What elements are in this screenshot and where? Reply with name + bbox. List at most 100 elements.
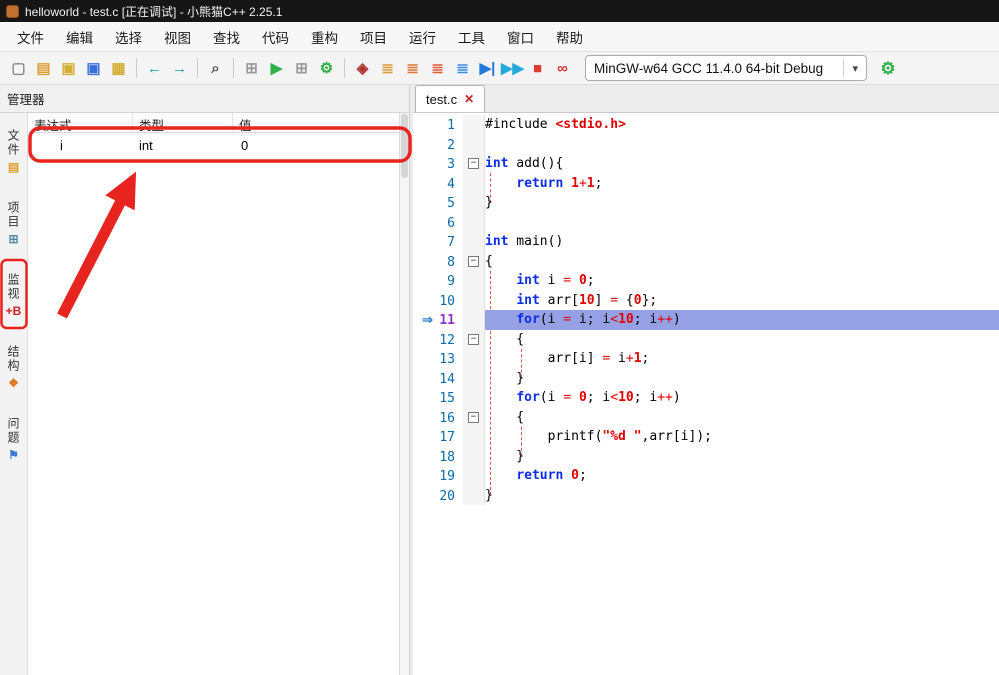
continue-button[interactable]: ▶▶ bbox=[500, 56, 525, 81]
code-line-12[interactable]: 12 − { bbox=[413, 329, 999, 349]
close-icon[interactable]: ✕ bbox=[464, 92, 474, 106]
gutter-line-20[interactable]: 20 bbox=[413, 485, 463, 505]
code-line-18[interactable]: 18 } bbox=[413, 446, 999, 466]
code-line-1[interactable]: 1 #include <stdio.h> bbox=[413, 115, 999, 135]
new-file-button[interactable]: ▢ bbox=[6, 56, 31, 81]
code-line-4[interactable]: 4 return 1+1; bbox=[413, 173, 999, 193]
gutter-line-12[interactable]: 12 bbox=[413, 329, 463, 349]
fold-column bbox=[463, 115, 485, 135]
code-text: return 1+1; bbox=[516, 175, 603, 191]
fold-column bbox=[463, 271, 485, 291]
menu-item-重构[interactable]: 重构 bbox=[300, 23, 349, 51]
code-text: arr[i] = i+1; bbox=[485, 351, 650, 366]
code-line-10[interactable]: 10 int arr[10] = {0}; bbox=[413, 290, 999, 310]
gutter-line-8[interactable]: 8 bbox=[413, 251, 463, 271]
gutter-line-9[interactable]: 9 bbox=[413, 271, 463, 291]
sidebar-tab-label: 问题 bbox=[6, 417, 20, 445]
sidebar-tab-structure[interactable]: 结构 ❖ bbox=[0, 331, 27, 403]
menu-item-代码[interactable]: 代码 bbox=[251, 23, 300, 51]
sidebar-tab-watch[interactable]: 监视 +B bbox=[0, 259, 27, 331]
code-line-9[interactable]: 9 int i = 0; bbox=[413, 271, 999, 291]
gutter-line-14[interactable]: 14 bbox=[413, 368, 463, 388]
menu-item-文件[interactable]: 文件 bbox=[6, 23, 55, 51]
code-line-11[interactable]: ⇒ 11 for(i = i; i<10; i++) bbox=[413, 310, 999, 330]
code-line-8[interactable]: 8 −{ bbox=[413, 251, 999, 271]
code-line-5[interactable]: 5} bbox=[413, 193, 999, 213]
stop-execution-button[interactable]: ■ bbox=[525, 56, 550, 81]
debug-button[interactable]: ◈ bbox=[350, 56, 375, 81]
rebuild-button[interactable]: ⚙ bbox=[314, 56, 339, 81]
gutter-line-1[interactable]: 1 bbox=[413, 115, 463, 135]
fold-marker-icon[interactable]: − bbox=[468, 158, 479, 170]
code-line-16[interactable]: 16 − { bbox=[413, 407, 999, 427]
step-over-button[interactable]: ≣ bbox=[375, 56, 400, 81]
gutter-line-3[interactable]: 3 bbox=[413, 154, 463, 174]
code-line-20[interactable]: 20} bbox=[413, 485, 999, 505]
save-all-button[interactable]: ▦ bbox=[106, 56, 131, 81]
code-line-7[interactable]: 7 int main() bbox=[413, 232, 999, 252]
code-line-3[interactable]: 3 − int add(){ bbox=[413, 154, 999, 174]
fold-marker-icon[interactable]: − bbox=[468, 333, 479, 345]
code-line-15[interactable]: 15 for(i = 0; i<10; i++) bbox=[413, 388, 999, 408]
run-to-cursor-button[interactable]: ≣ bbox=[450, 56, 475, 81]
gutter-line-2[interactable]: 2 bbox=[413, 134, 463, 154]
gutter-line-18[interactable]: 18 bbox=[413, 446, 463, 466]
compile-button[interactable]: ⊞ bbox=[239, 56, 264, 81]
files-icon: ▤ bbox=[7, 160, 20, 174]
gutter-line-11[interactable]: ⇒ 11 bbox=[413, 310, 463, 330]
editor-tab-test-c[interactable]: test.c ✕ bbox=[415, 85, 486, 112]
stop-execution-icon: ■ bbox=[532, 59, 543, 77]
code-line-2[interactable]: 2 bbox=[413, 134, 999, 154]
code-line-14[interactable]: 14 } bbox=[413, 368, 999, 388]
scrollbar-thumb[interactable] bbox=[401, 114, 408, 178]
gutter-line-4[interactable]: 4 bbox=[413, 173, 463, 193]
step-into-button[interactable]: ≣ bbox=[400, 56, 425, 81]
step-over-line-button[interactable]: ▶| bbox=[475, 56, 500, 81]
menu-item-项目[interactable]: 项目 bbox=[349, 23, 398, 51]
continue-icon: ▶▶ bbox=[500, 59, 525, 77]
menu-item-帮助[interactable]: 帮助 bbox=[545, 23, 594, 51]
gutter-line-19[interactable]: 19 bbox=[413, 466, 463, 486]
compiler-settings-button[interactable]: ⚙ bbox=[875, 55, 901, 81]
forward-button[interactable]: → bbox=[167, 56, 192, 81]
watch-scrollbar[interactable] bbox=[399, 113, 409, 675]
code-line-13[interactable]: 13 arr[i] = i+1; bbox=[413, 349, 999, 369]
step-out-button[interactable]: ≣ bbox=[425, 56, 450, 81]
find-in-files-button[interactable]: ⌕ bbox=[203, 56, 228, 81]
code-line-6[interactable]: 6 bbox=[413, 212, 999, 232]
gutter-line-17[interactable]: 17 bbox=[413, 427, 463, 447]
gutter-line-16[interactable]: 16 bbox=[413, 407, 463, 427]
gutter-line-6[interactable]: 6 bbox=[413, 212, 463, 232]
compile-and-run-button[interactable]: ⊞ bbox=[289, 56, 314, 81]
sidebar-tab-issues[interactable]: 问题 ⚑ bbox=[0, 403, 27, 475]
fold-marker-icon[interactable]: − bbox=[468, 255, 479, 267]
gutter-line-7[interactable]: 7 bbox=[413, 232, 463, 252]
menu-item-运行[interactable]: 运行 bbox=[398, 23, 447, 51]
fold-marker-icon[interactable]: − bbox=[468, 411, 479, 423]
menu-item-选择[interactable]: 选择 bbox=[104, 23, 153, 51]
back-button[interactable]: ← bbox=[142, 56, 167, 81]
gutter-line-10[interactable]: 10 bbox=[413, 290, 463, 310]
gutter-line-13[interactable]: 13 bbox=[413, 349, 463, 369]
menu-item-工具[interactable]: 工具 bbox=[447, 23, 496, 51]
menu-item-视图[interactable]: 视图 bbox=[153, 23, 202, 51]
save-button[interactable]: ▣ bbox=[56, 56, 81, 81]
menu-item-编辑[interactable]: 编辑 bbox=[55, 23, 104, 51]
sidebar-tab-files[interactable]: 文件 ▤ bbox=[0, 115, 27, 187]
sidebar-tab-project[interactable]: 项目 ⊞ bbox=[0, 187, 27, 259]
open-file-button[interactable]: ▤ bbox=[31, 56, 56, 81]
watch-row[interactable]: i int 0 bbox=[28, 133, 399, 157]
gutter-line-15[interactable]: 15 bbox=[413, 388, 463, 408]
run-button[interactable]: ▶ bbox=[264, 56, 289, 81]
code-line-19[interactable]: 19 return 0; bbox=[413, 466, 999, 486]
compiler-set-dropdown[interactable]: MinGW-w64 GCC 11.4.0 64-bit Debug ▾ bbox=[585, 55, 867, 81]
code-area[interactable]: 1 #include <stdio.h> 2 3− int add(){4 return… bbox=[413, 113, 999, 675]
gutter-line-5[interactable]: 5 bbox=[413, 193, 463, 213]
menu-item-窗口[interactable]: 窗口 bbox=[496, 23, 545, 51]
menu-item-查找[interactable]: 查找 bbox=[202, 23, 251, 51]
save-as-button[interactable]: ▣ bbox=[81, 56, 106, 81]
fold-column: − bbox=[463, 251, 485, 271]
cpu-info-button[interactable]: ∞ bbox=[550, 56, 575, 81]
code-line-17[interactable]: 17 printf("%d ",arr[i]); bbox=[413, 427, 999, 447]
fold-column bbox=[463, 173, 485, 193]
